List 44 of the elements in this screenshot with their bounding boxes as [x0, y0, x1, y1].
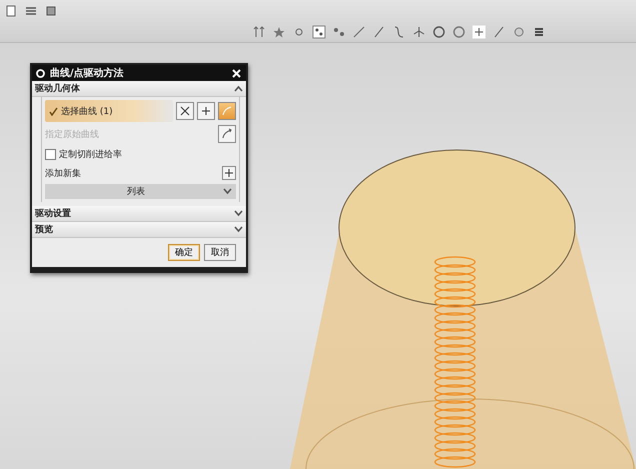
origin-curve-button[interactable]: [218, 125, 236, 143]
remove-button[interactable]: [176, 102, 194, 120]
section-header[interactable]: 预览: [32, 222, 246, 238]
select-curve-row[interactable]: 选择曲线 (1): [45, 100, 173, 122]
star-icon[interactable]: [272, 24, 286, 38]
chevron-up-icon[interactable]: [234, 85, 243, 92]
curve-arrow-icon: [221, 128, 233, 140]
circle-icon[interactable]: [432, 24, 446, 38]
cross-icon: [179, 105, 191, 117]
dialog-title: 曲线/点驱动方法: [50, 66, 125, 80]
add-set-button[interactable]: [222, 166, 236, 180]
plus-icon[interactable]: [472, 24, 486, 38]
plus-icon: [200, 105, 212, 117]
section-header[interactable]: 驱动设置: [32, 206, 246, 222]
add-set-label: 添加新集: [45, 168, 82, 180]
list-label: 列表: [126, 186, 146, 198]
checkbox[interactable]: [45, 148, 56, 160]
line-icon[interactable]: [352, 24, 366, 38]
line-icon[interactable]: [492, 24, 506, 38]
checkmark-icon: [49, 106, 58, 116]
chevron-down-icon[interactable]: [223, 188, 232, 195]
curve-icon[interactable]: [392, 24, 406, 38]
intersection-icon[interactable]: [412, 24, 426, 38]
plus-icon: [224, 168, 234, 178]
select-curve-label: 选择曲线 (1): [61, 106, 114, 118]
custom-feed-label: 定制切削进给率: [59, 148, 123, 160]
close-button[interactable]: [229, 66, 243, 80]
origin-curve-label: 指定原始曲线: [45, 128, 100, 140]
section-title: 驱动设置: [35, 208, 72, 220]
circle-icon[interactable]: [452, 24, 466, 38]
list-header[interactable]: 列表: [45, 184, 236, 199]
cancel-button[interactable]: 取消: [204, 244, 236, 261]
stack-icon[interactable]: [44, 4, 58, 18]
section-title: 预览: [35, 224, 54, 236]
section-title: 驱动几何体: [35, 82, 81, 95]
line-icon[interactable]: [372, 24, 386, 38]
snap-grid-icon[interactable]: [312, 24, 326, 38]
close-icon: [232, 68, 240, 78]
curve-icon: [221, 105, 233, 117]
ok-button[interactable]: 确定: [168, 244, 200, 261]
section-header[interactable]: 驱动几何体: [32, 81, 246, 97]
arrows-icon[interactable]: [252, 24, 266, 38]
document-icon[interactable]: [4, 4, 18, 18]
add-button[interactable]: [197, 102, 215, 120]
